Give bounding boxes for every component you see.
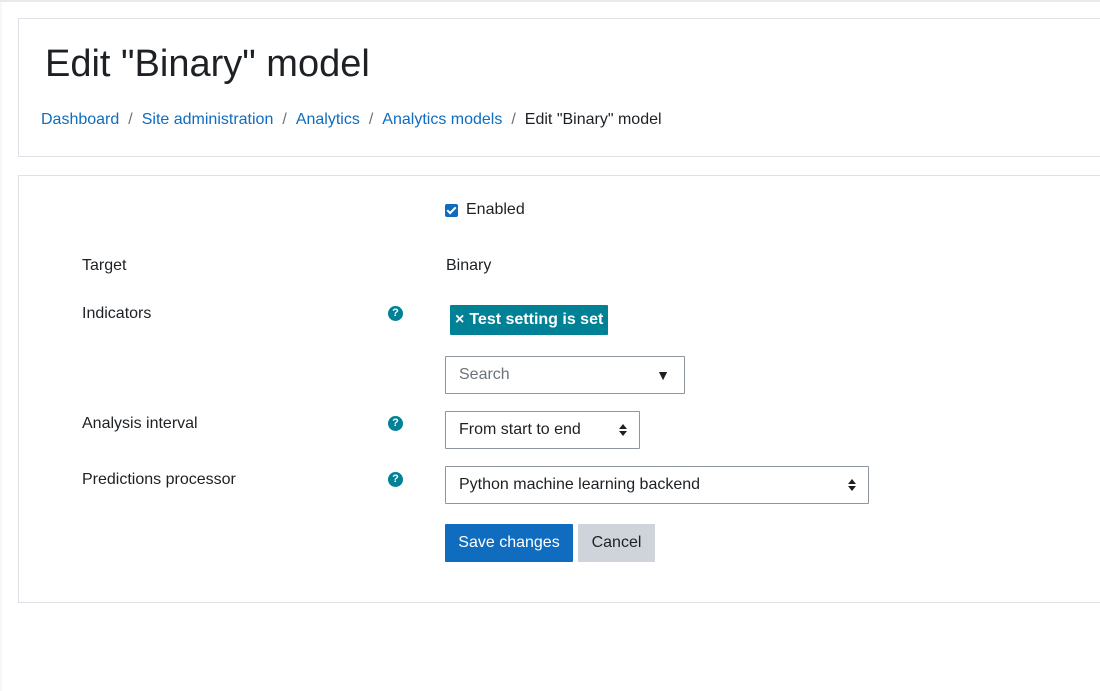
page-title: Edit "Binary" model bbox=[45, 43, 370, 85]
breadcrumb-site-administration[interactable]: Site administration bbox=[142, 111, 274, 129]
select-updown-icon bbox=[848, 478, 856, 492]
save-changes-button[interactable]: Save changes bbox=[445, 524, 573, 562]
indicators-label: Indicators bbox=[82, 305, 152, 322]
analysis-interval-label: Analysis interval bbox=[82, 415, 198, 432]
caret-down-icon[interactable]: ▼ bbox=[656, 367, 670, 383]
indicator-tag[interactable]: × Test setting is set bbox=[450, 305, 609, 335]
breadcrumb-current: Edit "Binary" model bbox=[524, 111, 662, 128]
enabled-checkbox[interactable] bbox=[445, 203, 458, 217]
analysis-interval-select[interactable]: From start to end bbox=[445, 411, 640, 449]
cancel-button[interactable]: Cancel bbox=[578, 524, 655, 562]
model-form: Enabled Target Binary Indicators ? × Tes… bbox=[18, 175, 1100, 603]
breadcrumb-separator: / bbox=[368, 111, 374, 128]
breadcrumb-separator: / bbox=[511, 111, 516, 128]
breadcrumb-separator: / bbox=[128, 111, 133, 128]
search-placeholder: Search bbox=[459, 366, 510, 383]
predictions-processor-help-icon[interactable]: ? bbox=[388, 472, 403, 487]
breadcrumb: Dashboard / Site administration / Analyt… bbox=[41, 111, 662, 129]
enabled-label: Enabled bbox=[466, 201, 525, 218]
analysis-interval-help-icon[interactable]: ? bbox=[388, 416, 403, 431]
close-icon[interactable]: × bbox=[455, 311, 464, 329]
select-updown-icon bbox=[619, 423, 627, 437]
breadcrumb-analytics[interactable]: Analytics bbox=[296, 111, 360, 129]
breadcrumb-separator: / bbox=[282, 111, 287, 128]
indicators-search-input[interactable]: Search ▼ bbox=[445, 356, 685, 394]
target-value: Binary bbox=[446, 257, 492, 274]
indicators-help-icon[interactable]: ? bbox=[388, 306, 403, 321]
predictions-processor-select[interactable]: Python machine learning backend bbox=[445, 466, 869, 504]
predictions-processor-label: Predictions processor bbox=[82, 471, 236, 488]
predictions-processor-value: Python machine learning backend bbox=[459, 476, 701, 493]
analysis-interval-value: From start to end bbox=[459, 421, 581, 438]
breadcrumb-analytics-models[interactable]: Analytics models bbox=[382, 111, 502, 129]
enabled-row: Enabled bbox=[445, 201, 525, 219]
page-header: Edit "Binary" model Dashboard / Site adm… bbox=[18, 18, 1100, 157]
breadcrumb-dashboard[interactable]: Dashboard bbox=[41, 111, 119, 129]
indicator-tag-label: Test setting is set bbox=[469, 311, 604, 328]
target-label: Target bbox=[82, 257, 127, 274]
